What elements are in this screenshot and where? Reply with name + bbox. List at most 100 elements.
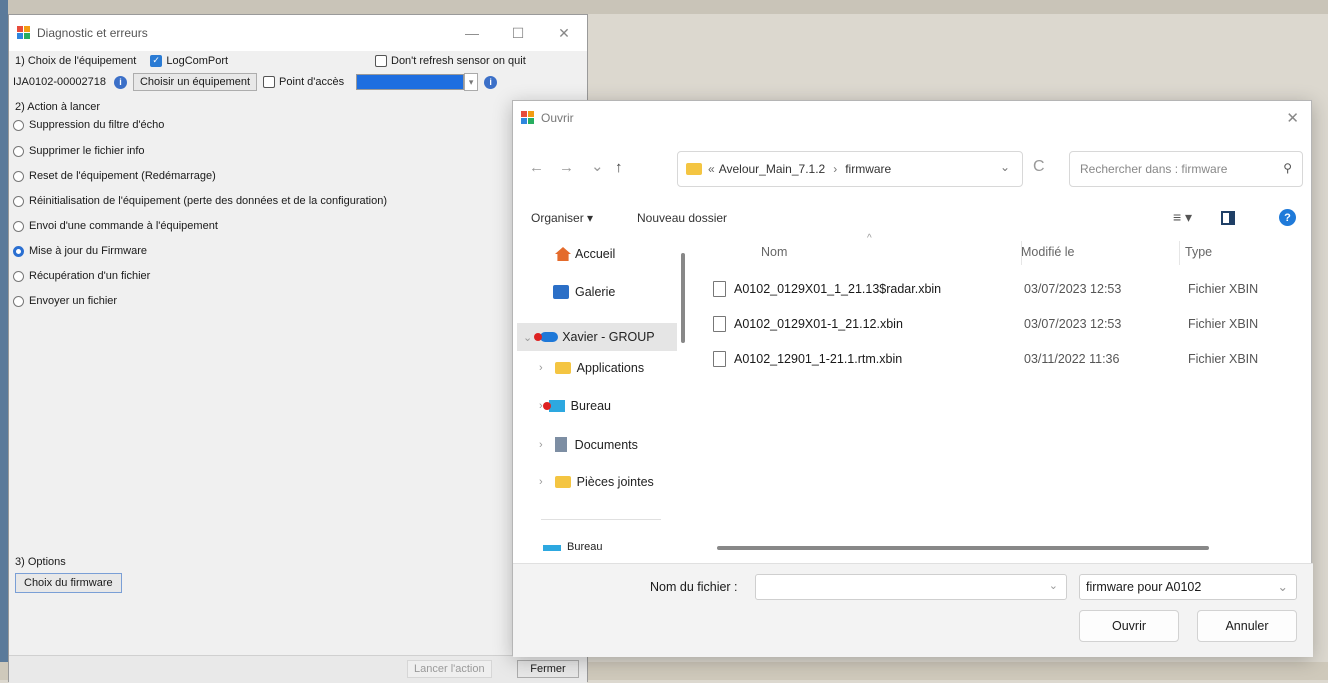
navigation-pane: Accueil Galerie ⌄ Xavier - GROUP › Appli… bbox=[513, 233, 693, 551]
documents-icon bbox=[554, 437, 567, 452]
access-point-info-icon[interactable]: i bbox=[484, 75, 498, 89]
refresh-icon[interactable]: C bbox=[1033, 158, 1045, 176]
sidebar-item-label: Bureau bbox=[570, 399, 611, 413]
forward-arrow-icon[interactable]: → bbox=[559, 159, 574, 176]
search-input[interactable]: Rechercher dans : firmware bbox=[1080, 162, 1227, 176]
chevron-down-icon[interactable]: ⌄ bbox=[1049, 579, 1058, 592]
filename-input[interactable]: ⌄ bbox=[755, 574, 1067, 600]
action-option[interactable]: Supprimer le fichier info bbox=[13, 145, 145, 157]
file-list: ^ Nom Modifié le Type A0102_0129X01_1_21… bbox=[699, 233, 1313, 551]
file-row[interactable]: A0102_0129X01-1_21.12.xbin 03/07/2023 12… bbox=[713, 309, 1283, 339]
new-folder-button[interactable]: Nouveau dossier bbox=[637, 211, 727, 225]
action-radio-selected[interactable] bbox=[13, 245, 24, 257]
action-option[interactable]: Réinitialisation de l'équipement (perte … bbox=[13, 195, 387, 207]
filetype-value: firmware pour A0102 bbox=[1086, 580, 1202, 594]
desktop-background-top bbox=[0, 0, 1328, 14]
action-label: Récupération d'un fichier bbox=[29, 270, 151, 282]
sidebar-item-documents[interactable]: › Documents bbox=[539, 437, 638, 452]
breadcrumb-item[interactable]: Avelour_Main_7.1.2 bbox=[719, 162, 826, 176]
chevron-down-icon[interactable]: ⌄ bbox=[1000, 160, 1010, 174]
search-icon[interactable]: ⚲ bbox=[1283, 161, 1292, 175]
close-button[interactable]: ✕ bbox=[541, 15, 587, 51]
chevron-down-icon[interactable]: ⌄ bbox=[1278, 579, 1288, 594]
run-action-button[interactable]: Lancer l'action bbox=[407, 660, 492, 678]
sidebar-item-bureau-pinned[interactable]: Bureau bbox=[543, 537, 602, 551]
maximize-button[interactable]: ☐ bbox=[495, 15, 541, 51]
close-window-button[interactable]: Fermer bbox=[517, 660, 579, 678]
chevron-down-icon[interactable]: ▾ bbox=[464, 73, 479, 91]
device-info-icon[interactable]: i bbox=[113, 75, 127, 89]
sidebar-item-galerie[interactable]: Galerie bbox=[553, 285, 615, 299]
action-option[interactable]: Suppression du filtre d'écho bbox=[13, 119, 164, 131]
sidebar-item-bureau[interactable]: › Bureau bbox=[539, 399, 611, 413]
address-bar[interactable]: « Avelour_Main_7.1.2 › firmware ⌄ bbox=[677, 151, 1023, 187]
sidebar-scrollbar[interactable] bbox=[681, 253, 685, 343]
access-point-label: Point d'accès bbox=[279, 76, 345, 88]
back-arrow-icon[interactable]: ← bbox=[529, 159, 544, 176]
file-list-scrollbar[interactable] bbox=[717, 546, 1209, 550]
sidebar-item-onedrive[interactable]: ⌄ Xavier - GROUP bbox=[517, 323, 677, 351]
breadcrumb-item[interactable]: firmware bbox=[845, 162, 891, 176]
chevron-right-icon[interactable]: › bbox=[539, 439, 543, 451]
access-point-checkbox[interactable] bbox=[263, 76, 276, 88]
action-radio[interactable] bbox=[13, 220, 24, 232]
access-point-select[interactable] bbox=[356, 74, 465, 90]
file-row[interactable]: A0102_12901_1-21.1.rtm.xbin 03/11/2022 1… bbox=[713, 344, 1283, 374]
file-modified: 03/07/2023 12:53 bbox=[1024, 282, 1122, 296]
search-box[interactable]: Rechercher dans : firmware ⚲ bbox=[1069, 151, 1303, 187]
logcomport-checkbox[interactable] bbox=[150, 55, 163, 67]
action-label: Réinitialisation de l'équipement (perte … bbox=[29, 195, 387, 207]
sidebar-item-label: Bureau bbox=[567, 541, 603, 551]
cancel-button[interactable]: Annuler bbox=[1197, 610, 1297, 642]
sidebar-item-applications[interactable]: › Applications bbox=[539, 361, 644, 375]
sidebar-item-accueil[interactable]: Accueil bbox=[555, 247, 615, 261]
action-radio[interactable] bbox=[13, 170, 24, 182]
sidebar-item-label: Galerie bbox=[575, 285, 616, 299]
action-option[interactable]: Reset de l'équipement (Redémarrage) bbox=[13, 170, 216, 182]
organize-menu[interactable]: Organiser ▾ bbox=[531, 211, 593, 225]
action-radio[interactable] bbox=[13, 295, 24, 307]
action-option[interactable]: Récupération d'un fichier bbox=[13, 270, 150, 282]
preview-pane-icon[interactable] bbox=[1221, 211, 1235, 225]
diagnostic-window: Diagnostic et erreurs — ☐ ✕ 1) Choix de … bbox=[8, 14, 588, 683]
minimize-button[interactable]: — bbox=[449, 15, 495, 51]
firmware-choice-button[interactable]: Choix du firmware bbox=[15, 573, 122, 593]
up-arrow-icon[interactable]: ↑ bbox=[615, 159, 623, 176]
action-radio[interactable] bbox=[13, 270, 24, 282]
desktop-icon bbox=[543, 545, 561, 551]
file-modified: 03/07/2023 12:53 bbox=[1024, 317, 1122, 331]
file-type: Fichier XBIN bbox=[1188, 317, 1259, 331]
action-radio[interactable] bbox=[13, 119, 24, 131]
chevron-right-icon[interactable]: › bbox=[539, 362, 543, 374]
action-option[interactable]: Envoi d'une commande à l'équipement bbox=[13, 220, 218, 232]
sidebar-item-pieces-jointes[interactable]: › Pièces jointes bbox=[539, 475, 654, 489]
gallery-icon bbox=[553, 285, 569, 299]
action-radio[interactable] bbox=[13, 145, 24, 157]
dont-refresh-checkbox[interactable] bbox=[375, 55, 387, 67]
recent-locations-icon[interactable]: ⌄ bbox=[591, 157, 604, 175]
filetype-select[interactable]: firmware pour A0102 ⌄ bbox=[1079, 574, 1297, 600]
close-icon[interactable]: ✕ bbox=[1286, 109, 1299, 127]
action-option[interactable]: Envoyer un fichier bbox=[13, 295, 117, 307]
action-option[interactable]: Mise à jour du Firmware bbox=[13, 245, 147, 257]
path-overflow[interactable]: « bbox=[708, 162, 715, 176]
open-dialog-titlebar[interactable]: Ouvrir bbox=[513, 101, 1311, 135]
open-button[interactable]: Ouvrir bbox=[1079, 610, 1179, 642]
column-header-type[interactable]: Type bbox=[1185, 245, 1212, 259]
help-icon[interactable]: ? bbox=[1279, 209, 1296, 226]
file-row[interactable]: A0102_0129X01_1_21.13$radar.xbin 03/07/2… bbox=[713, 274, 1283, 304]
choose-device-button[interactable]: Choisir un équipement bbox=[132, 73, 258, 91]
sort-arrow-icon: ^ bbox=[867, 233, 872, 244]
app-icon bbox=[521, 111, 535, 125]
column-header-modified[interactable]: Modifié le bbox=[1021, 245, 1075, 259]
column-divider[interactable] bbox=[1179, 241, 1180, 265]
column-header-name[interactable]: Nom bbox=[761, 245, 787, 259]
action-label: Reset de l'équipement (Redémarrage) bbox=[29, 170, 216, 182]
action-label: Supprimer le fichier info bbox=[29, 145, 145, 157]
diagnostic-titlebar[interactable]: Diagnostic et erreurs — ☐ ✕ bbox=[9, 15, 587, 51]
dialog-toolbar: Organiser ▾ Nouveau dossier ≡ ▾ ? bbox=[513, 205, 1313, 235]
action-radio[interactable] bbox=[13, 195, 24, 207]
view-menu-icon[interactable]: ≡ ▾ bbox=[1173, 209, 1192, 226]
chevron-down-icon[interactable]: ⌄ bbox=[523, 331, 532, 344]
chevron-right-icon[interactable]: › bbox=[539, 476, 543, 488]
